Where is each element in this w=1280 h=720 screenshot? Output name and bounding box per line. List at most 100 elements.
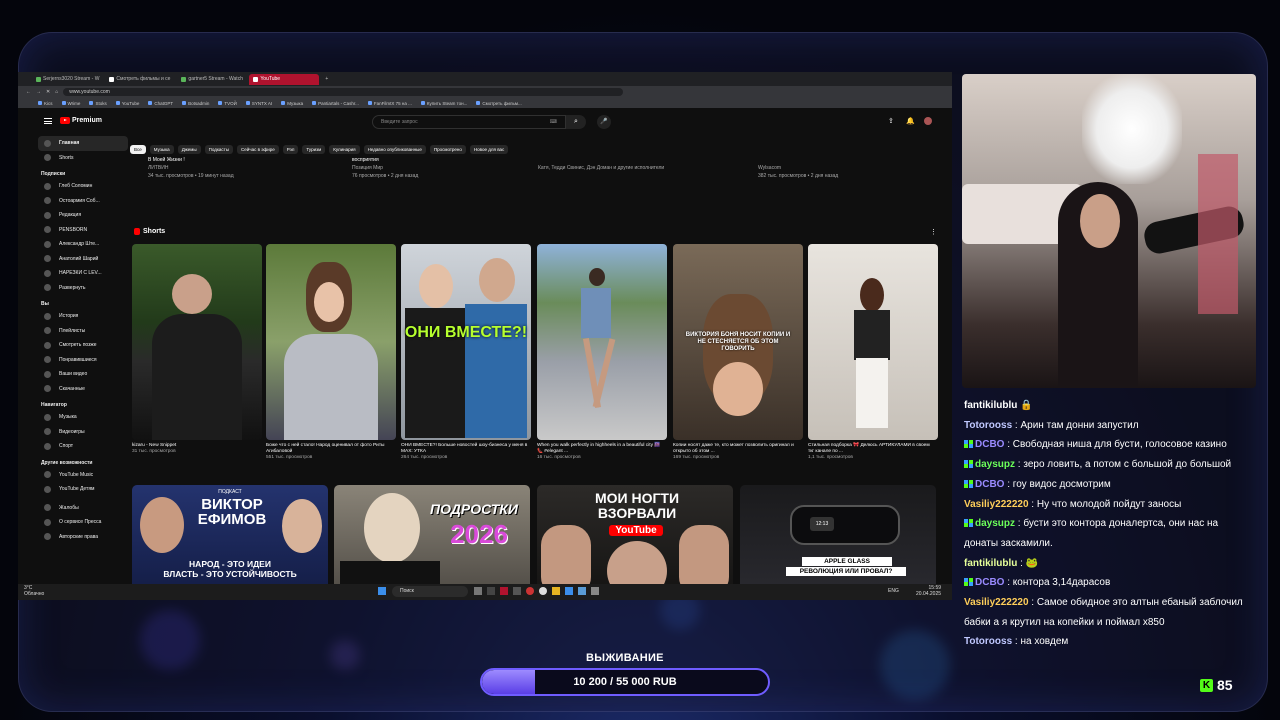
folder-icon[interactable] (552, 587, 560, 595)
chat-username[interactable]: daysupz (975, 518, 1015, 529)
sidebar-item[interactable]: Спорт (38, 439, 128, 454)
chat-username[interactable]: DCBO (975, 577, 1004, 588)
sidebar-item[interactable]: YouTube Детям (38, 482, 128, 497)
sidebar-item[interactable]: Понравившиеся (38, 353, 128, 368)
filter-chip[interactable]: Кулинария (329, 145, 360, 154)
browser-tab-active[interactable]: YouTube (249, 73, 320, 85)
notifications-bell-icon[interactable]: 🔔 (906, 117, 915, 125)
url-field[interactable]: www.youtube.com (63, 88, 624, 96)
sidebar-item[interactable]: Плейлисты (38, 324, 128, 339)
new-tab-button[interactable]: + (321, 74, 332, 85)
sidebar-item[interactable]: Глеб Соломин (38, 179, 128, 194)
short-caption[interactable]: Копии носят даже те, кто может позволить… (673, 443, 801, 461)
app-icon[interactable] (539, 587, 547, 595)
chat-username[interactable]: Vasiliy222220 (964, 499, 1029, 510)
sidebar-item[interactable]: Главная (38, 136, 128, 151)
short-caption[interactable]: kizaru - New Snippet 31 тыс. просмотров (132, 443, 260, 455)
sidebar-section-title[interactable]: Другие возможности (38, 454, 128, 468)
short-thumbnail[interactable] (132, 244, 262, 440)
bookmark-item[interactable]: Stoks (89, 101, 107, 106)
chat-username[interactable]: Totorooss (964, 420, 1012, 431)
bookmark-item[interactable]: YouTube (115, 101, 139, 106)
chat-username[interactable]: daysupz (975, 459, 1015, 470)
short-caption[interactable]: Боже что с ней стало! Народ оценивал от … (266, 443, 394, 461)
sidebar-section-title[interactable]: Навигатор (38, 396, 128, 410)
sidebar-item[interactable]: Смотреть позже (38, 338, 128, 353)
bookmark-item[interactable]: Смотреть фильм... (476, 101, 522, 106)
language-indicator[interactable]: ENG (888, 588, 899, 594)
bookmark-item[interactable]: TVOЙ (218, 101, 237, 106)
sidebar-item[interactable]: YouTube Music (38, 468, 128, 483)
filter-chip[interactable]: Сейчас в эфире (236, 145, 279, 154)
video-thumbnail[interactable]: 12:13 APPLE GLASS РЕВОЛЮЦИЯ ИЛИ ПРОВАЛ? … (740, 485, 936, 597)
sidebar-item[interactable]: Shorts (38, 151, 128, 166)
chat-username[interactable]: DCBO (975, 439, 1004, 450)
sidebar-item[interactable]: Александр Ште... (38, 237, 128, 252)
bookmark-item[interactable]: Купить Steam тон... (420, 101, 467, 106)
sidebar-item[interactable]: Скачанные (38, 382, 128, 397)
youtube-logo[interactable]: Premium (60, 117, 102, 124)
search-input[interactable]: Введите запрос ⌨ (372, 115, 566, 129)
browser-tab[interactable]: gartner5 Stream - Watch (177, 74, 247, 85)
chat-username[interactable]: Vasiliy222220 (964, 597, 1029, 608)
app-icon[interactable] (500, 587, 508, 595)
chat-username[interactable]: DCBO (975, 479, 1004, 490)
app-icon[interactable] (565, 587, 573, 595)
search-button[interactable]: ⌕ (566, 115, 586, 129)
chat-username[interactable]: fantikilublu (964, 558, 1017, 569)
sidebar-item[interactable]: PENSBORN (38, 223, 128, 238)
sidebar-section-title[interactable]: Подписки (38, 165, 128, 179)
sidebar-item[interactable]: НАРЕЗКИ С LEV... (38, 266, 128, 281)
sidebar-item[interactable]: Жалобы (38, 501, 128, 516)
sidebar-item[interactable]: Анатолий Шарий (38, 252, 128, 267)
forward-icon[interactable]: → (36, 89, 41, 95)
filter-chip[interactable]: Все (130, 145, 146, 154)
video-thumbnail[interactable]: ПОДКАСТ ВИКТОР ЕФИМОВ НАРОД - ЭТО ИДЕИ В… (132, 485, 328, 597)
back-icon[interactable]: ← (26, 89, 31, 95)
short-thumbnail[interactable] (266, 244, 396, 440)
short-caption[interactable]: When you walk perfectly in highheels in … (537, 443, 665, 461)
short-thumbnail[interactable]: ВИКТОРИЯ БОНЯ НОСИТ КОПИИ И НЕ СТЕСНЯЕТС… (673, 244, 803, 440)
browser-tab[interactable]: Serjerns3020 Stream - W (32, 74, 103, 85)
bookmark-item[interactable]: Wrime (61, 101, 80, 106)
task-view-icon[interactable] (474, 587, 482, 595)
bookmark-item[interactable]: Музыка (281, 101, 303, 106)
bookmark-item[interactable]: Kics (38, 101, 53, 106)
filter-chip[interactable]: Новое для вас (469, 145, 509, 154)
app-icon[interactable] (578, 587, 586, 595)
windows-start-icon[interactable] (378, 587, 386, 595)
chat-username[interactable]: fantikilublu (964, 400, 1017, 411)
filter-chip[interactable]: Просмотрено (429, 145, 466, 154)
bookmark-item[interactable]: Pantiartals - Cashr... (312, 101, 359, 106)
filter-chip[interactable]: Рэп (282, 145, 299, 154)
bookmark-item[interactable]: SYNTX AI (245, 101, 272, 106)
sidebar-item[interactable]: Музыка (38, 410, 128, 425)
sidebar-item[interactable]: История (38, 309, 128, 324)
filter-chip[interactable]: Туризм (302, 145, 326, 154)
app-icon[interactable] (526, 587, 534, 595)
app-icon[interactable] (513, 587, 521, 595)
sidebar-item[interactable]: Авторские права (38, 530, 128, 545)
home-icon[interactable]: ⌂ (55, 89, 58, 95)
sidebar-item[interactable]: Редакция (38, 208, 128, 223)
keyboard-icon[interactable]: ⌨ (550, 119, 557, 125)
short-thumbnail[interactable] (808, 244, 938, 440)
chat-username[interactable]: Totorooss (964, 636, 1012, 647)
sidebar-item[interactable]: Развернуть (38, 281, 128, 296)
taskbar-clock[interactable]: 15:59 20.04.2025 (916, 585, 941, 597)
short-thumbnail[interactable] (537, 244, 667, 440)
taskbar-search[interactable]: Поиск (392, 586, 468, 597)
sidebar-item[interactable]: Остоармия Соб... (38, 194, 128, 209)
more-options-icon[interactable]: ⋮ (930, 228, 937, 236)
bookmark-item[interactable]: Botsadmin (182, 101, 209, 106)
upload-icon[interactable]: ⇪ (888, 117, 894, 125)
short-thumbnail[interactable]: ОНИ ВМЕСТЕ?! (401, 244, 531, 440)
app-icon[interactable] (591, 587, 599, 595)
sidebar-item[interactable]: О сервисе Пресса (38, 515, 128, 530)
filter-chip[interactable]: Музыка (149, 145, 174, 154)
sidebar-item[interactable]: Ваши видео (38, 367, 128, 382)
filter-chip[interactable]: Джемы (177, 145, 201, 154)
hamburger-menu-icon[interactable] (44, 118, 52, 124)
bookmark-item[interactable]: ChatGPT (148, 101, 173, 106)
weather-widget[interactable]: 3°C Облачно (24, 585, 44, 597)
